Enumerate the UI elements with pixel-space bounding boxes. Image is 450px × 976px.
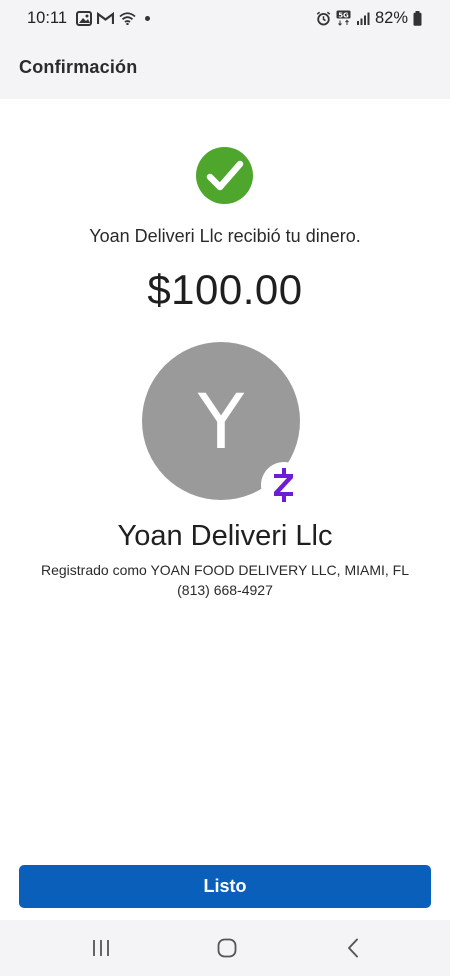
gallery-icon (76, 10, 93, 26)
battery-percent: 82% (374, 8, 408, 27)
home-icon[interactable] (207, 934, 247, 962)
network-5g-icon: 5G (336, 10, 351, 26)
notification-dot-icon (145, 15, 151, 21)
payment-amount: $100.00 (147, 266, 303, 313)
page-title: Confirmación (19, 57, 138, 77)
confirmation-message: Yoan Deliveri Llc recibió tu dinero. (89, 226, 361, 246)
done-button[interactable]: Listo (19, 865, 431, 908)
status-bar-left: 10:11 (27, 8, 151, 28)
gmail-icon (97, 11, 115, 25)
recipient-name: Yoan Deliveri Llc (117, 520, 333, 552)
alarm-icon (316, 11, 331, 26)
signal-icon (356, 12, 370, 25)
status-bar-right: 5G 82% (316, 9, 422, 28)
battery-icon (413, 10, 422, 26)
status-bar: 10:11 5G 82% (0, 0, 450, 36)
recipient-phone: (813) 668-4927 (177, 582, 273, 598)
registered-as-text: Registrado como YOAN FOOD DELIVERY LLC, … (40, 562, 409, 578)
app-header: Confirmación (0, 36, 450, 99)
navigation-bar (0, 920, 450, 976)
status-time: 10:11 (27, 8, 68, 27)
network-type-text: 5G (338, 11, 349, 19)
avatar-initial: Y (197, 376, 245, 466)
success-check-icon (196, 147, 253, 204)
zelle-icon (261, 462, 307, 508)
recents-icon[interactable] (81, 934, 121, 962)
back-icon[interactable] (333, 934, 373, 962)
wifi-icon (119, 11, 136, 25)
